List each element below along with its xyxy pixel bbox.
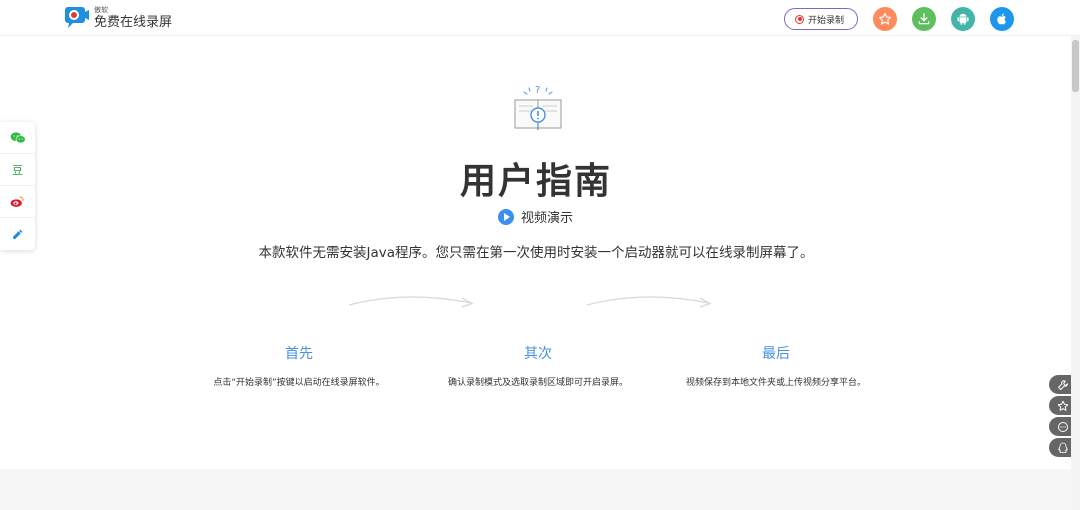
record-icon bbox=[795, 14, 804, 24]
video-demo-label: 视频演示 bbox=[521, 211, 574, 226]
header-actions: 开始录制 bbox=[784, 7, 1014, 31]
logo-title: 免费在线录屏 bbox=[94, 15, 173, 30]
step-second: 其次 确认录制模式及选取录制区域即可开启录屏。 bbox=[418, 343, 658, 388]
scrollbar-thumb[interactable] bbox=[1072, 40, 1079, 92]
intro-description: 本款软件无需安装Java程序。您只需在第一次使用时安装一个启动器就可以在线录制屏… bbox=[258, 245, 814, 261]
book-question-icon: ? bbox=[514, 85, 562, 130]
edit-icon bbox=[13, 229, 23, 239]
step-title: 首先 bbox=[285, 346, 313, 362]
step-description: 确认录制模式及选取录制区域即可开启录屏。 bbox=[447, 378, 628, 388]
qq-icon bbox=[1058, 442, 1068, 453]
play-icon bbox=[498, 208, 514, 225]
download-icon bbox=[918, 13, 930, 25]
wechat-icon bbox=[10, 131, 26, 143]
top-header: 傲软 免费在线录屏 开始录制 bbox=[0, 0, 1080, 36]
share-wechat[interactable] bbox=[0, 122, 35, 154]
svg-text:?: ? bbox=[535, 85, 540, 96]
site-logo[interactable]: 傲软 免费在线录屏 bbox=[64, 6, 172, 30]
step-title: 最后 bbox=[762, 346, 790, 362]
logo-brand: 傲软 bbox=[94, 6, 108, 14]
step-first: 首先 点击“开始录制”按键以启动在线录屏软件。 bbox=[179, 343, 419, 388]
android-icon bbox=[957, 13, 969, 25]
wrench-icon bbox=[1058, 379, 1068, 390]
apple-button[interactable] bbox=[990, 7, 1014, 31]
camera-logo-icon bbox=[65, 7, 89, 28]
start-record-button[interactable]: 开始录制 bbox=[784, 8, 858, 30]
arrow-icon bbox=[586, 296, 712, 308]
star-icon bbox=[878, 12, 892, 25]
step-title: 其次 bbox=[524, 346, 552, 362]
apple-icon bbox=[997, 13, 1006, 25]
step-description: 视频保存到本地文件夹或上传视频分享平台。 bbox=[685, 378, 866, 388]
android-button[interactable] bbox=[951, 7, 975, 31]
step-description: 点击“开始录制”按键以启动在线录屏软件。 bbox=[213, 378, 385, 388]
footer-band bbox=[0, 469, 1071, 510]
start-record-label: 开始录制 bbox=[808, 15, 845, 26]
step-last: 最后 视频保存到本地文件夹或上传视频分享平台。 bbox=[656, 343, 896, 388]
arrow-icon bbox=[348, 296, 474, 308]
page: 傲软 免费在线录屏 开始录制 豆 ? 用户指南 视频演示 本款软件无需安装Jav… bbox=[0, 0, 1080, 510]
download-button[interactable] bbox=[912, 7, 936, 31]
page-title: 用户指南 bbox=[459, 161, 612, 202]
favorite-button[interactable] bbox=[873, 7, 897, 31]
star-outline-icon bbox=[1057, 400, 1069, 411]
chat-icon bbox=[1058, 421, 1068, 432]
page-scrollbar[interactable] bbox=[1071, 36, 1080, 510]
video-demo-link[interactable]: 视频演示 bbox=[498, 207, 573, 226]
